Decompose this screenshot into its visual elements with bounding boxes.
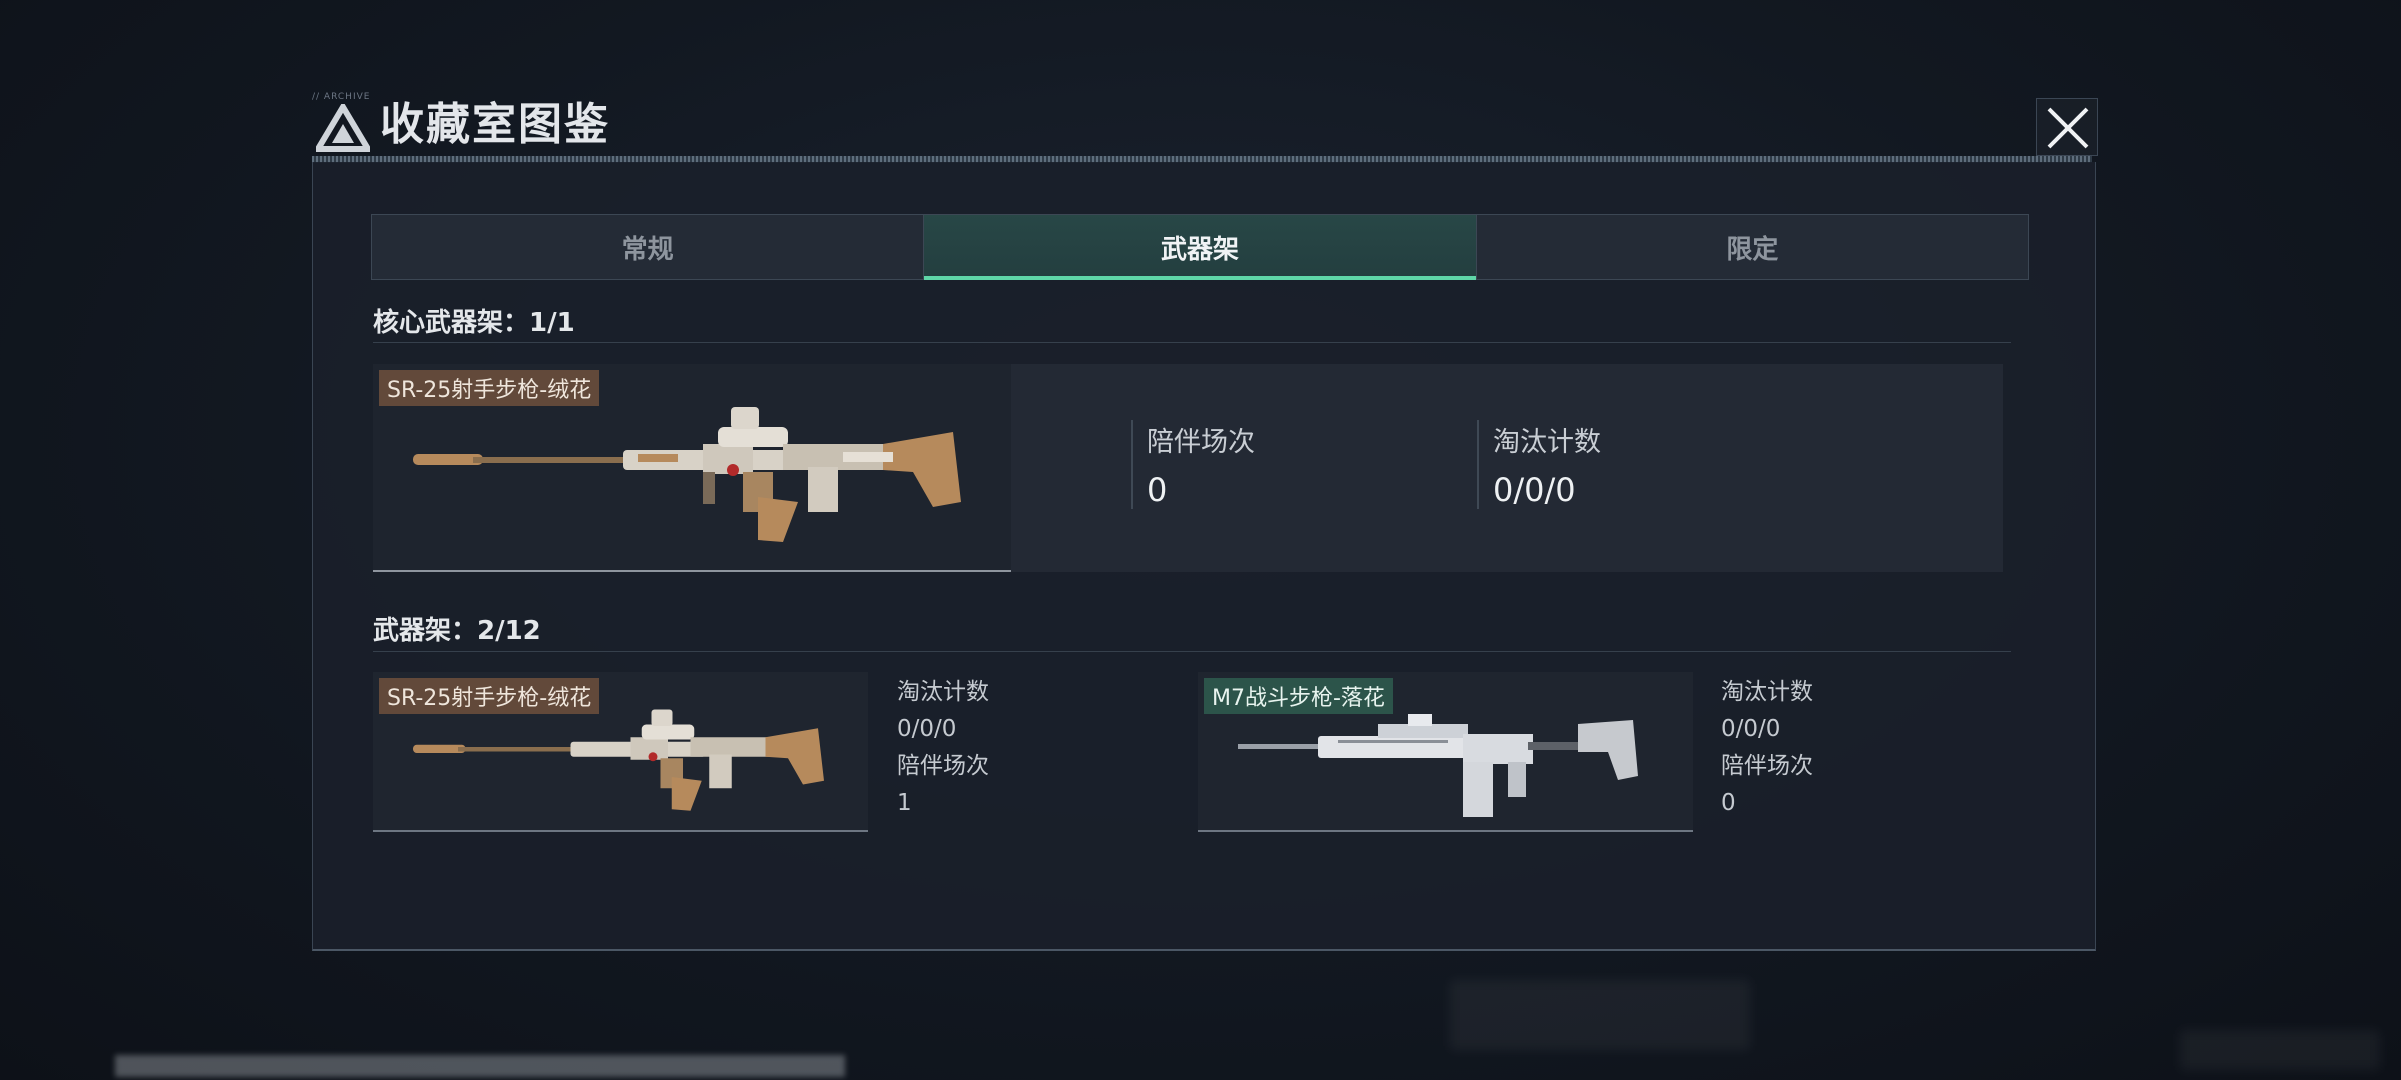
close-icon [2047, 107, 2089, 149]
match-value: 0 [1721, 790, 1736, 816]
match-label: 陪伴场次 [897, 753, 989, 779]
tab-regular[interactable]: 常规 [372, 215, 923, 279]
tab-label: 常规 [621, 234, 674, 265]
elim-label: 淘汰计数 [1721, 679, 1813, 705]
core-weapon-card[interactable]: SR-25射手步枪-绒花 陪伴场次 0 淘汰计数 0/0/0 [373, 364, 2003, 572]
stat-eliminations: 淘汰计数 0/0/0 [1477, 420, 1601, 509]
battle-rifle-image [1238, 714, 1638, 817]
close-button[interactable] [2036, 98, 2098, 156]
header-decor-text: // ARCHIVE [312, 92, 371, 102]
weapon-image-frame: SR-25射手步枪-绒花 [373, 364, 1011, 572]
weapon-stats: 淘汰计数 0/0/0 陪伴场次 1 [897, 674, 1077, 822]
stat-label: 淘汰计数 [1493, 427, 1601, 458]
footer-blurred-text [115, 1055, 845, 1077]
elim-value: 0/0/0 [1721, 716, 1781, 742]
stat-value: 0/0/0 [1493, 471, 1576, 509]
match-value: 1 [897, 790, 912, 816]
weapon-card[interactable]: M7战斗步枪-落花 [1198, 672, 1693, 832]
elim-label: 淘汰计数 [897, 679, 989, 705]
weapon-stats: 淘汰计数 0/0/0 陪伴场次 0 [1721, 674, 1901, 822]
section-divider [373, 651, 2011, 652]
weapon-card[interactable]: SR-25射手步枪-绒花 [373, 672, 868, 832]
collection-panel: 常规 武器架 限定 核心武器架：1/1 SR-25射手步枪-绒花 陪伴场次 0 … [312, 162, 2096, 951]
tab-weapon-rack[interactable]: 武器架 [923, 215, 1476, 280]
weapon-name-tag: SR-25射手步枪-绒花 [379, 370, 600, 406]
sniper-rifle-image [413, 407, 961, 542]
dialog-title: 收藏室图鉴 [380, 99, 610, 150]
core-rack-title: 核心武器架：1/1 [373, 308, 575, 338]
section-divider [373, 342, 2011, 343]
weapon-rack-title: 武器架：2/12 [373, 616, 541, 646]
stat-matches: 陪伴场次 0 [1131, 420, 1255, 509]
stat-value: 0 [1147, 471, 1168, 509]
tab-bar: 常规 武器架 限定 [371, 214, 2029, 280]
delta-logo-icon [316, 104, 370, 152]
background-blur [2180, 1030, 2380, 1070]
tab-label: 武器架 [1160, 234, 1239, 265]
elim-value: 0/0/0 [897, 716, 957, 742]
dialog-header: // ARCHIVE 收藏室图鉴 [306, 92, 2098, 163]
tab-limited[interactable]: 限定 [1475, 215, 2028, 279]
tab-label: 限定 [1726, 234, 1779, 265]
match-label: 陪伴场次 [1721, 753, 1813, 779]
sniper-rifle-image [413, 709, 824, 811]
stat-label: 陪伴场次 [1147, 427, 1255, 458]
background-blur [1450, 980, 1750, 1050]
